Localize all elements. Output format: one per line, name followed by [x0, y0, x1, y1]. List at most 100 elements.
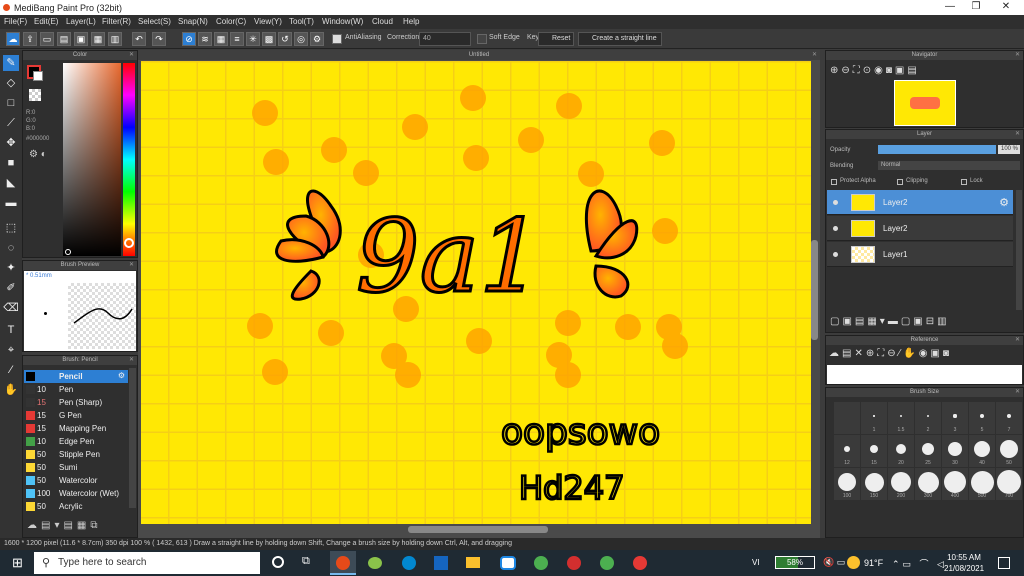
brush-size-option[interactable]: 15 — [861, 435, 887, 467]
brush-item-stipple-pen[interactable]: 50 Stipple Pen — [24, 448, 128, 461]
eyedropper-icon[interactable]: ⁄ — [3, 362, 19, 378]
brush-size-option[interactable]: 300 — [915, 468, 941, 500]
word-icon[interactable] — [434, 556, 448, 570]
battery-indicator[interactable]: 58% — [775, 556, 815, 569]
radial-icon[interactable]: ✳ — [246, 32, 260, 46]
brush-item-pencil[interactable]: Pencil ⚙ — [24, 370, 128, 383]
brush-size-option[interactable]: 25 — [915, 435, 941, 467]
lock-checkbox[interactable] — [961, 179, 967, 185]
transparent-swatch[interactable] — [29, 89, 41, 101]
reset-button[interactable]: Reset — [538, 32, 574, 46]
brush-item-pen[interactable]: 10 Pen — [24, 383, 128, 396]
secondary-color-swatch[interactable] — [33, 71, 43, 81]
taskbar-medibang[interactable] — [330, 551, 356, 575]
maximize-button[interactable]: ❐ — [966, 1, 986, 12]
settings-icon[interactable]: ⚙ — [310, 32, 324, 46]
brush-item-mapping-pen[interactable]: 15 Mapping Pen — [24, 422, 128, 435]
pen-tool-icon[interactable]: ⟋ — [3, 115, 19, 131]
navigator-zoom-controls[interactable]: ⊕⊖⛶⊙◉◙▣▤ — [830, 65, 920, 76]
cortana-icon[interactable] — [272, 556, 284, 568]
draw-mode-icon[interactable]: ⊘ — [182, 32, 196, 46]
menu-view[interactable]: View(Y) — [254, 17, 282, 26]
brush-item-watercolor-wet[interactable]: 100 Watercolor (Wet) — [24, 487, 128, 500]
visibility-icon[interactable] — [833, 200, 838, 205]
brush-size-option[interactable]: 200 — [888, 468, 914, 500]
gear-icon[interactable]: ⚙ — [118, 371, 125, 380]
hue-handle[interactable] — [124, 238, 134, 248]
layer-row[interactable]: Layer2 — [827, 216, 1013, 241]
close-icon[interactable]: ✕ — [1015, 388, 1020, 397]
curve-icon[interactable]: ↺ — [278, 32, 292, 46]
menu-snap[interactable]: Snap(N) — [178, 17, 208, 26]
close-icon[interactable]: ✕ — [129, 261, 134, 270]
menu-edit[interactable]: Edit(E) — [34, 17, 58, 26]
menu-select[interactable]: Select(S) — [138, 17, 171, 26]
navigator-thumbnail[interactable] — [894, 80, 956, 126]
layer-row[interactable]: Layer1 — [827, 242, 1013, 267]
saturation-value-picker[interactable] — [63, 63, 121, 256]
close-button[interactable]: ✕ — [996, 1, 1016, 12]
close-icon[interactable]: ✕ — [812, 50, 817, 60]
brush-size-option[interactable]: 500 — [969, 468, 995, 500]
gear-icon[interactable]: ⚙ — [999, 196, 1009, 209]
hue-slider[interactable] — [123, 63, 135, 256]
perspective-icon[interactable]: ▩ — [262, 32, 276, 46]
task-view-icon[interactable]: ⧉ — [302, 555, 310, 568]
drawing-canvas[interactable]: 9a1 oopsowo Hd247 — [141, 61, 811, 524]
chrome-red-icon[interactable] — [633, 556, 647, 570]
weather-temp[interactable]: 91°F — [864, 558, 883, 568]
eraser-tool-icon[interactable]: ◇ — [3, 75, 19, 91]
bucket-tool-icon[interactable]: ◣ — [3, 175, 19, 191]
soft-edge-checkbox[interactable] — [477, 34, 487, 44]
layer-row[interactable]: Layer2 ⚙ — [827, 190, 1013, 215]
brush-item-sumi[interactable]: 50 Sumi — [24, 461, 128, 474]
opacity-slider[interactable] — [878, 145, 996, 154]
color-picker-handle[interactable] — [65, 249, 71, 255]
layer-actions[interactable]: ▢▣▤▦▾▬▢▣⊟▥ — [830, 316, 950, 327]
brush-item-edge-pen[interactable]: 10 Edge Pen — [24, 435, 128, 448]
export-icon[interactable]: ▥ — [108, 32, 122, 46]
share-icon[interactable]: ⇪ — [23, 32, 37, 46]
comment-icon[interactable]: ▭ — [40, 32, 54, 46]
clipping-checkbox[interactable] — [897, 179, 903, 185]
lines-icon[interactable]: ≡ — [230, 32, 244, 46]
minimize-button[interactable]: — — [940, 1, 960, 12]
edge-icon[interactable] — [402, 556, 416, 570]
circle-snap-icon[interactable]: ◎ — [294, 32, 308, 46]
menu-layer[interactable]: Layer(L) — [66, 17, 96, 26]
brush-size-option[interactable] — [834, 402, 860, 434]
brush-list-scrollbar[interactable] — [129, 368, 136, 508]
weather-icon[interactable] — [847, 556, 860, 569]
horizontal-scrollbar[interactable] — [408, 526, 548, 533]
brush-size-option[interactable]: 2 — [915, 402, 941, 434]
select-tool-icon[interactable]: ⬚ — [3, 220, 19, 236]
brush-size-option[interactable]: 3 — [942, 402, 968, 434]
dot-tool-icon[interactable]: □ — [3, 95, 19, 111]
magic-wand-icon[interactable]: ✦ — [3, 260, 19, 276]
menu-window[interactable]: Window(W) — [322, 17, 363, 26]
menu-help[interactable]: Help — [403, 17, 419, 26]
windows-start-icon[interactable]: ⊞ — [12, 556, 25, 569]
gradient-tool-icon[interactable]: ▬ — [3, 195, 19, 211]
new-file-icon[interactable]: ▤ — [57, 32, 71, 46]
antialias-checkbox[interactable] — [332, 34, 342, 44]
brush-size-option[interactable]: 7 — [996, 402, 1022, 434]
visibility-icon[interactable] — [833, 226, 838, 231]
brush-size-option[interactable]: 700 — [996, 468, 1022, 500]
select-pen-icon[interactable]: ✐ — [3, 280, 19, 296]
chrome-icon[interactable] — [534, 556, 548, 570]
divide-tool-icon[interactable]: ⌖ — [3, 342, 19, 358]
close-icon[interactable]: ✕ — [1015, 130, 1020, 139]
chrome-profile-icon[interactable] — [567, 556, 581, 570]
open-file-icon[interactable]: ▣ — [74, 32, 88, 46]
brush-size-option[interactable]: 1 — [861, 402, 887, 434]
brush-tool-icon[interactable]: ✎ — [3, 55, 19, 71]
menu-cloud[interactable]: Cloud — [372, 17, 393, 26]
menu-tool[interactable]: Tool(T) — [289, 17, 314, 26]
close-icon[interactable]: ✕ — [129, 356, 134, 365]
palette-icons[interactable]: ⚙ ◐ — [29, 149, 47, 160]
brush-item-g-pen[interactable]: 15 G Pen — [24, 409, 128, 422]
brush-item-acrylic[interactable]: 50 Acrylic — [24, 500, 128, 513]
app-icon[interactable] — [368, 557, 382, 569]
brush-size-option[interactable]: 150 — [861, 468, 887, 500]
